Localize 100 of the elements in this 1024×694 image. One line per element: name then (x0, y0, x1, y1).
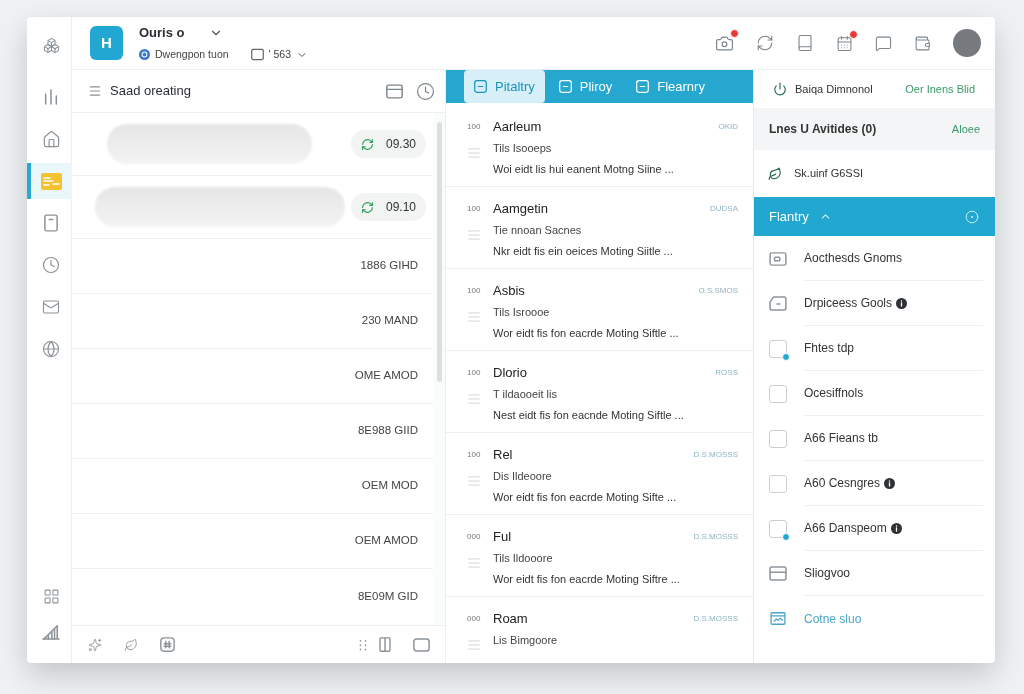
item-label[interactable]: Sliogvoo (804, 564, 851, 582)
item-subtitle: Lis Bimgoore (493, 633, 559, 648)
item-label[interactable]: Drpiceess Gools (804, 294, 893, 312)
item-subtitle: Tils Isooeps (493, 141, 553, 156)
refresh-icon[interactable] (756, 34, 774, 52)
item-label[interactable]: Ocesiffnols (804, 384, 864, 402)
panel-title: Saad oreating (110, 82, 191, 101)
hash-box-icon[interactable] (160, 637, 175, 652)
item-title[interactable]: Roam (493, 609, 528, 629)
nav-item[interactable] (27, 163, 72, 199)
lines-icon (467, 146, 481, 160)
message-icon[interactable] (875, 34, 892, 52)
row-label: 8E09M GID (357, 588, 418, 604)
checkbox[interactable] (769, 384, 787, 403)
item-subtitle: Tils Ildooore (493, 551, 554, 566)
selector-dropdown[interactable]: ' 563 (250, 46, 308, 63)
item-date: O.S.SMOS (698, 285, 738, 297)
item-date: OKID (718, 121, 738, 133)
item-date: D.S.MOSSS (693, 531, 738, 543)
row-label: OEM AMOD (354, 533, 418, 549)
sparkle-icon[interactable] (88, 637, 102, 652)
item-title[interactable]: Dlorio (493, 363, 527, 383)
item-title[interactable]: Aamgetin (493, 199, 548, 219)
item-date: D.S.MOSSS (693, 613, 738, 625)
tag-icon (769, 296, 787, 311)
avatar[interactable] (953, 29, 981, 57)
scrollbar-track[interactable] (433, 113, 445, 625)
item-label[interactable]: Aocthesds Gnoms (804, 249, 903, 267)
leaf-icon (768, 166, 782, 181)
row-label: 1886 GIHD (360, 258, 418, 274)
globe-icon (42, 340, 60, 358)
item-code: 100 (467, 367, 482, 379)
window-icon[interactable] (386, 83, 403, 99)
clock-icon (42, 256, 60, 274)
item-description: Wor eidt fis fon eacrde Moting Sifte ... (493, 489, 678, 505)
card-icon (40, 172, 62, 190)
card-icon (769, 251, 787, 266)
checkbox[interactable] (769, 429, 787, 448)
item-code: 100 (467, 285, 482, 297)
lines-icon (467, 556, 481, 570)
header-link[interactable]: Oer Inens Blid (905, 80, 975, 98)
app-title: Ouris o (139, 24, 185, 43)
item-description: Nest eidt fis fon eacnde Moting Siftle ... (493, 407, 685, 423)
minus-square-icon (558, 80, 572, 93)
scrollbar-thumb[interactable] (436, 122, 442, 382)
time-chip[interactable]: 09.10 (350, 193, 426, 221)
lines-icon (467, 310, 481, 324)
item-title[interactable]: Ful (493, 527, 512, 547)
book-icon[interactable] (796, 34, 814, 52)
item-title[interactable]: Asbis (493, 281, 525, 301)
item-date: ROSS (715, 367, 738, 379)
item-label[interactable]: A60 Cesngres (804, 474, 881, 492)
status-label: Sk.uinf G6SSI (794, 166, 864, 182)
split-box-icon[interactable] (379, 637, 391, 652)
power-icon[interactable] (773, 82, 787, 96)
lines-icon (467, 228, 481, 242)
checkbox[interactable] (769, 519, 787, 538)
item-label[interactable]: A66 Fieans tb (804, 429, 879, 447)
document-icon (44, 214, 58, 232)
refresh-icon (360, 200, 374, 214)
tablet-icon[interactable] (413, 637, 430, 652)
item-code: 100 (467, 449, 482, 461)
boxes-icon (42, 36, 60, 54)
dots-icon[interactable] (359, 638, 367, 651)
row-label: OEM MOD (361, 478, 418, 494)
time-chip[interactable]: 09.30 (350, 130, 426, 158)
item-label[interactable]: Fhtes tdp (804, 339, 855, 357)
item-subtitle: Tils Isroooe (493, 305, 551, 320)
item-description: Nkr eidt fis ein oeices Moting Siitle ... (493, 243, 674, 259)
item-date: DUDSA (710, 203, 738, 215)
wallet-icon[interactable] (914, 34, 931, 52)
bars-icon (44, 89, 58, 105)
grid-icon (42, 587, 60, 605)
square-icon (250, 48, 264, 62)
row-label: OME AMOD (354, 368, 418, 384)
item-date: D.S.MOSSS (693, 449, 738, 461)
circle-icon[interactable] (965, 209, 979, 224)
ring-icon (139, 49, 150, 61)
image-icon (770, 612, 786, 625)
item-code: 000 (467, 613, 482, 625)
checkbox[interactable] (769, 474, 787, 493)
menu-icon[interactable] (88, 84, 102, 98)
mail-icon (42, 298, 60, 316)
row-label: 230 MAND (361, 313, 418, 329)
home-icon (41, 129, 61, 149)
leaf-icon[interactable] (124, 637, 138, 652)
lines-icon (467, 392, 481, 406)
item-title[interactable]: Rel (493, 445, 513, 465)
section-title: Lnes U Avitides (0) (769, 121, 877, 138)
minus-square-icon (636, 80, 650, 93)
checkbox[interactable] (769, 339, 787, 358)
item-code: 100 (467, 203, 482, 215)
calendar-icon[interactable] (836, 34, 853, 52)
item-description: Wor eidt fis fon eacrde Moting Siftle ... (493, 325, 680, 341)
item-label[interactable]: A66 Danspeom (804, 519, 887, 537)
workspace-name: Dwengpon tuon (155, 46, 229, 62)
minus-square-icon (474, 80, 487, 93)
clock-icon[interactable] (416, 81, 435, 101)
item-description: Wor eidt fis fon eacrde Moting Siftre ... (493, 571, 681, 587)
item-title[interactable]: Aarleum (493, 117, 542, 137)
